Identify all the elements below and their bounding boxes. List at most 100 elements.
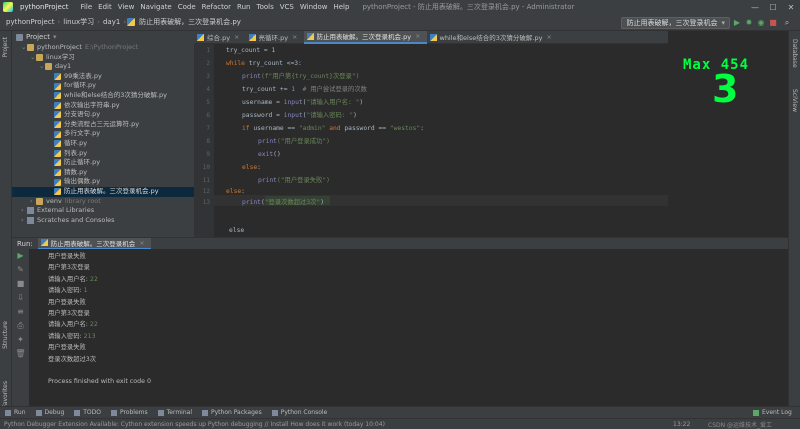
line-number: 3 (206, 73, 210, 80)
python-file-icon (54, 140, 61, 148)
menu-item-edit[interactable]: Edit (95, 3, 115, 11)
breadcrumb-day[interactable]: day1 (101, 18, 122, 26)
pin-icon[interactable]: ✦ (12, 333, 29, 347)
status-message[interactable]: Python Debugger Extension Available: Cyt… (4, 421, 385, 428)
trash-icon[interactable]: 🗑 (12, 347, 29, 361)
console-line: 用户登录失败 (48, 342, 86, 353)
editor-tab[interactable]: 综合.py × (194, 31, 246, 44)
tree-item[interactable]: › Scratches and Consoles (12, 216, 194, 226)
pycharm-logo-icon (3, 2, 13, 12)
close-icon[interactable]: × (292, 33, 297, 41)
minimize-icon[interactable]: — (746, 3, 764, 12)
tree-item[interactable]: › venv library root (12, 197, 194, 207)
tool-window-todo[interactable]: TODO (69, 409, 106, 416)
breadcrumb-project[interactable]: pythonProject (4, 18, 56, 26)
tree-item[interactable]: 防止循环.py (12, 158, 194, 168)
tree-item[interactable]: 分类流程占三元运算符.py (12, 120, 194, 130)
tool-window-debug[interactable]: Debug (31, 409, 70, 416)
tree-item[interactable]: ⌄ linux学习 (12, 53, 194, 63)
tree-item[interactable]: 猜数.py (12, 168, 194, 178)
menu-item-tools[interactable]: Tools (253, 3, 276, 11)
line-number: 4 (206, 86, 210, 93)
tree-item[interactable]: 防止用表破解。三次登录机会.py (12, 186, 194, 197)
run-tab[interactable]: 防止用表破解。三次登录机会 × (37, 237, 151, 250)
python-file-icon (54, 82, 61, 90)
tree-item-label: 防止用表破解。三次登录机会.py (64, 186, 159, 195)
editor-tab[interactable]: 亮循环.py × (246, 31, 304, 44)
structure-tool-label[interactable]: Structure (2, 321, 9, 349)
search-icon[interactable]: ⌕ (782, 17, 792, 29)
tree-item[interactable]: ⌄ day1 (12, 62, 194, 72)
tool-window-run[interactable]: Run (0, 409, 31, 416)
tree-item[interactable]: 输出偶数.py (12, 177, 194, 187)
close-icon[interactable]: × (139, 239, 144, 247)
tool-window-bar: Run Debug TODO Problems Terminal Python Packa… (0, 406, 800, 418)
debug-icon[interactable]: ✹ (744, 17, 754, 29)
tree-item[interactable]: 多行文字.py (12, 129, 194, 139)
wrench-icon[interactable]: ✎ (12, 263, 29, 277)
project-tree: ⌄ pythonProject E:\PythonProject ⌄ linux学习 ⌄ d… (12, 43, 194, 225)
database-tool-label[interactable]: Database (791, 39, 798, 68)
console-line: 用户第3次登录 (48, 262, 90, 273)
tree-item[interactable]: while和else结合的3次猜分破解.py (12, 91, 194, 101)
close-icon[interactable]: × (415, 32, 420, 40)
menu-item-window[interactable]: Window (297, 3, 331, 11)
sciview-tool-label[interactable]: SciView (791, 89, 798, 112)
menu-item-help[interactable]: Help (330, 3, 352, 11)
close-icon[interactable]: × (234, 33, 239, 41)
coverage-icon[interactable]: ◉ (756, 17, 766, 29)
menu-item-navigate[interactable]: Navigate (137, 3, 174, 11)
tree-item-suffix: E:\PythonProject (84, 43, 139, 51)
breadcrumb-folder[interactable]: linux学习 (61, 17, 96, 27)
favorites-tool-label[interactable]: Favorites (2, 381, 9, 408)
tree-item[interactable]: ⌄ pythonProject E:\PythonProject (12, 43, 194, 53)
breadcrumb-file[interactable]: 防止用表破解，三次登录机会.py (137, 17, 243, 27)
tool-window-problems[interactable]: Problems (106, 409, 153, 416)
tool-window-python-console[interactable]: Python Console (267, 409, 333, 416)
print-icon[interactable]: ⎙ (12, 319, 29, 333)
tree-item[interactable]: 99乘法表.py (12, 72, 194, 82)
python-file-icon (54, 188, 61, 196)
menu-item-code[interactable]: Code (175, 3, 199, 11)
menu-item-run[interactable]: Run (234, 3, 253, 11)
editor-tab[interactable]: 防止用表破解。三次登录机会.py × (303, 30, 427, 44)
tree-item[interactable]: for循环.py (12, 81, 194, 91)
menu-item-view[interactable]: View (115, 3, 138, 11)
close-icon[interactable]: × (546, 33, 551, 41)
close-icon[interactable]: ✕ (782, 3, 800, 12)
menu-item-file[interactable]: File (77, 3, 95, 11)
tool-window-terminal[interactable]: Terminal (153, 409, 197, 416)
line-number: 10 (202, 164, 210, 171)
package-icon (202, 409, 208, 416)
maximize-icon[interactable]: ☐ (764, 3, 782, 12)
run-configuration-select[interactable]: 防止用表破解，三次登录机会 ▾ (621, 17, 730, 29)
rerun-icon[interactable]: ▶ (12, 249, 29, 263)
tree-item-label: 列表.py (64, 148, 88, 157)
stop-icon[interactable]: ■ (768, 17, 778, 29)
stop-icon[interactable]: ■ (12, 277, 29, 291)
soft-wrap-icon[interactable]: ≡ (12, 305, 29, 319)
code-line-8: print("用户登录成功") (258, 138, 330, 145)
tree-item-suffix: library root (64, 196, 101, 205)
scroll-down-icon[interactable]: ⇩ (12, 291, 29, 305)
window-controls: — ☐ ✕ (746, 0, 800, 14)
project-tool-label[interactable]: Project (2, 37, 9, 58)
project-panel-title[interactable]: Project (26, 33, 50, 41)
code-line-5: username = input("请输入用户名: ") (242, 99, 364, 106)
tree-item[interactable]: 列表.py (12, 149, 194, 159)
tool-window-python-packages[interactable]: Python Packages (197, 409, 267, 416)
python-file-icon (54, 159, 61, 167)
python-file-icon (306, 32, 314, 40)
run-icon[interactable]: ▶ (732, 17, 742, 29)
tree-item[interactable]: 分支语句.py (12, 110, 194, 120)
console-line: 请输入用户名: 22 (48, 274, 98, 285)
chevron-down-icon[interactable]: ▾ (53, 33, 57, 41)
caret-position[interactable]: 13:22 (673, 421, 690, 428)
tree-item[interactable]: 循环.py (12, 139, 194, 149)
editor-tab[interactable]: while和else结合的3次猜分破解.py × (427, 31, 558, 44)
tree-item[interactable]: 依次输出字符串.py (12, 101, 194, 111)
event-log-button[interactable]: Event Log (748, 409, 797, 416)
menu-item-refactor[interactable]: Refactor (199, 3, 234, 11)
menu-item-vcs[interactable]: VCS (277, 3, 297, 11)
tree-item[interactable]: › External Libraries (12, 206, 194, 216)
